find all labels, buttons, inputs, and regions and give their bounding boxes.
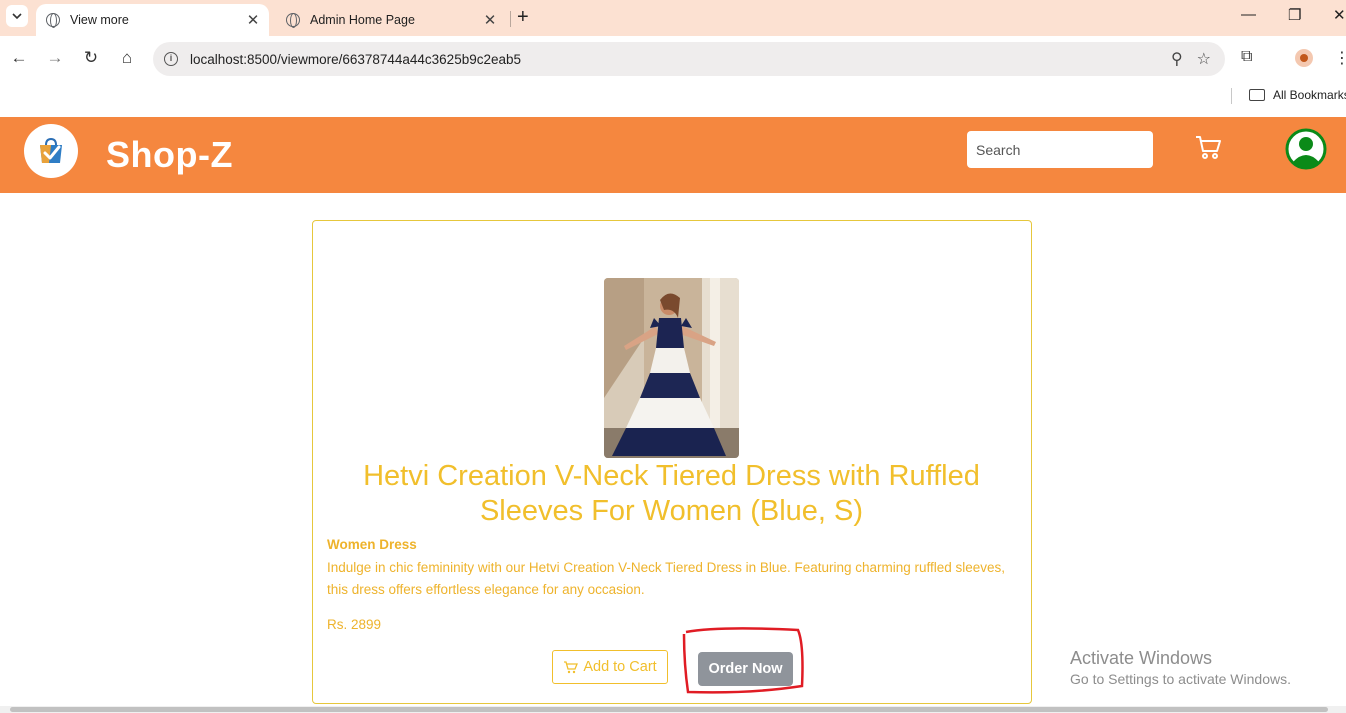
windows-activation-watermark: Activate Windows Go to Settings to activ… (1070, 648, 1291, 687)
add-to-cart-label: Add to Cart (583, 659, 657, 675)
product-description: Indulge in chic femininity with our Hetv… (327, 560, 1006, 597)
brand-name[interactable]: Shop-Z (106, 134, 233, 176)
horizontal-scrollbar[interactable] (0, 706, 1346, 713)
cart-icon (564, 661, 579, 674)
tab-search-button[interactable] (6, 5, 28, 27)
shopping-cart-icon[interactable] (1194, 133, 1222, 161)
tab-view-more[interactable]: View more ✕ (36, 4, 269, 36)
product-card: Hetvi Creation V-Neck Tiered Dress with … (312, 220, 1032, 704)
minimize-icon[interactable]: — (1241, 6, 1256, 23)
home-icon[interactable]: ⌂ (116, 48, 138, 68)
user-avatar-icon[interactable] (1285, 128, 1327, 170)
tab-divider (510, 11, 511, 27)
restore-icon[interactable]: ❐ (1288, 6, 1301, 24)
tab-title: Admin Home Page (310, 13, 415, 27)
close-tab-icon[interactable]: ✕ (482, 11, 498, 29)
back-icon[interactable]: ← (8, 48, 30, 68)
bookmark-star-icon[interactable]: ☆ (1197, 49, 1211, 69)
product-title: Hetvi Creation V-Neck Tiered Dress with … (363, 460, 980, 527)
scrollbar-thumb[interactable] (10, 707, 1328, 712)
tab-admin-home[interactable]: Admin Home Page ✕ (276, 4, 506, 36)
shopping-bag-check-icon[interactable] (24, 124, 78, 178)
order-now-button[interactable]: Order Now (698, 652, 793, 686)
product-category: Women Dress (327, 537, 417, 552)
folder-icon (1249, 89, 1265, 101)
product-image (604, 278, 739, 458)
close-tab-icon[interactable]: ✕ (245, 11, 261, 29)
globe-icon (286, 13, 300, 28)
chevron-down-icon (12, 13, 22, 20)
all-bookmarks-button[interactable]: All Bookmarks (1273, 88, 1346, 102)
forward-icon[interactable]: → (44, 48, 66, 68)
search-input[interactable] (967, 131, 1153, 168)
address-bar[interactable]: i localhost:8500/viewmore/66378744a44c36… (153, 42, 1225, 76)
globe-icon (46, 13, 60, 28)
watermark-subtitle: Go to Settings to activate Windows. (1070, 671, 1291, 687)
url-text[interactable]: localhost:8500/viewmore/66378744a44c3625… (190, 52, 1171, 67)
new-tab-icon[interactable]: + (517, 6, 529, 29)
browser-toolbar: ← → ↻ ⌂ i localhost:8500/viewmore/663787… (0, 36, 1346, 82)
zoom-icon[interactable]: ⚲ (1171, 49, 1183, 69)
site-info-icon[interactable]: i (164, 52, 178, 66)
more-menu-icon[interactable]: ⋮ (1334, 48, 1346, 68)
add-to-cart-button[interactable]: Add to Cart (552, 650, 668, 684)
bookmarks-bar: All Bookmarks (0, 82, 1346, 116)
window-close-icon[interactable]: ✕ (1333, 6, 1346, 24)
bookmarks-divider (1231, 88, 1232, 104)
browser-tab-strip: View more ✕ Admin Home Page ✕ + — ❐ ✕ (0, 0, 1346, 36)
tab-title: View more (70, 13, 129, 27)
site-header: Shop-Z (0, 117, 1346, 193)
reload-icon[interactable]: ↻ (80, 48, 102, 68)
extensions-icon[interactable]: ⧉ (1241, 48, 1252, 66)
watermark-title: Activate Windows (1070, 648, 1213, 668)
product-price: Rs. 2899 (327, 617, 382, 632)
profile-icon[interactable] (1295, 49, 1313, 67)
